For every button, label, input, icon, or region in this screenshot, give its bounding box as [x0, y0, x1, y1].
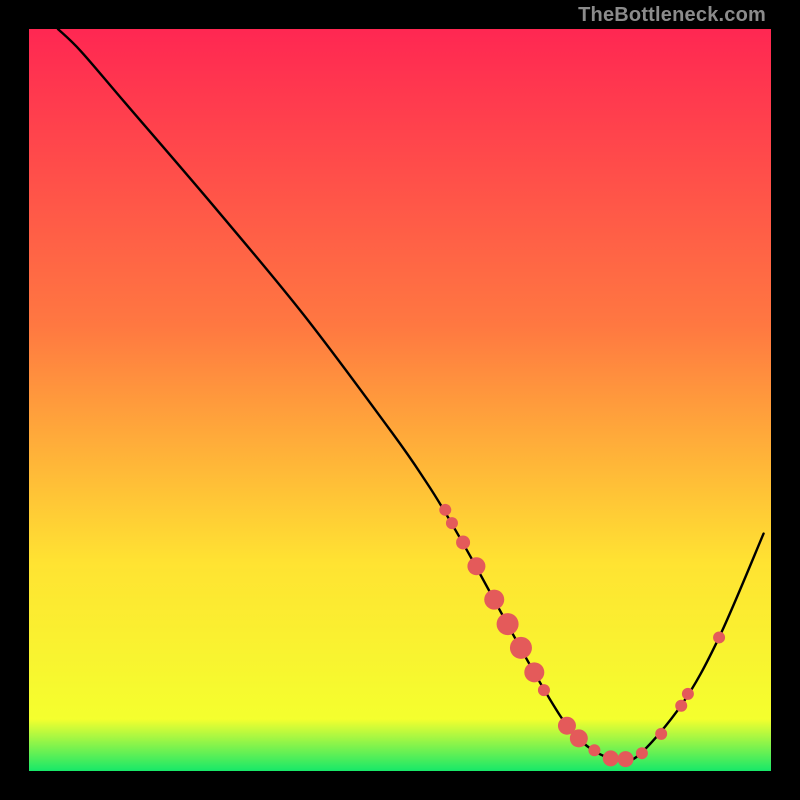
marker-dot — [675, 700, 687, 712]
chart-frame: TheBottleneck.com — [0, 0, 800, 800]
marker-dot — [439, 504, 451, 516]
marker-dot — [682, 688, 694, 700]
marker-dot — [524, 662, 544, 682]
marker-dot — [446, 517, 458, 529]
marker-dot — [655, 728, 667, 740]
marker-dot — [456, 535, 470, 549]
marker-dot — [636, 747, 648, 759]
marker-dot — [510, 637, 532, 659]
marker-dot — [484, 590, 504, 610]
marker-dot — [570, 729, 588, 747]
gradient-background — [29, 29, 771, 771]
marker-dot — [538, 684, 550, 696]
marker-dot — [603, 750, 619, 766]
marker-dot — [467, 557, 485, 575]
watermark-text: TheBottleneck.com — [578, 4, 766, 27]
bottleneck-chart — [29, 29, 771, 771]
marker-dot — [618, 751, 634, 767]
marker-dot — [497, 613, 519, 635]
marker-dot — [588, 744, 600, 756]
marker-dot — [713, 631, 725, 643]
